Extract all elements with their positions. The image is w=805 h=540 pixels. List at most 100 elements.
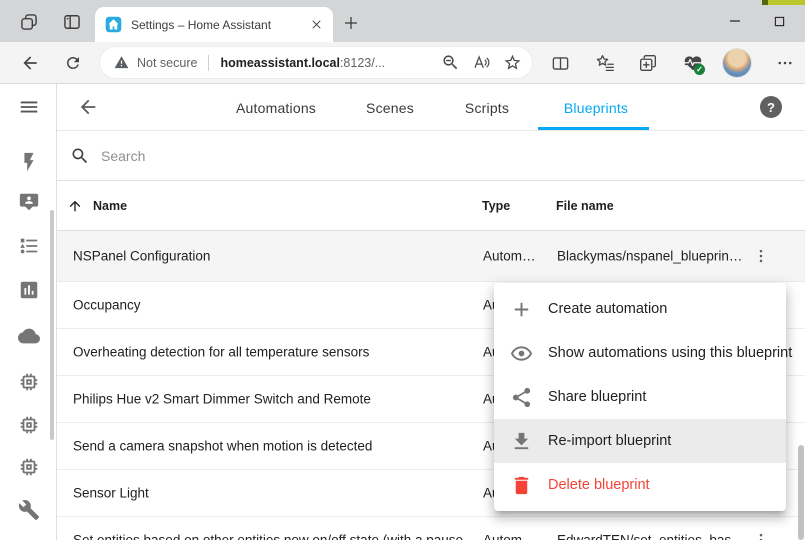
browser-window: Settings – Home Assistant — [0, 0, 805, 540]
zoom-out-icon[interactable] — [441, 53, 460, 72]
tab-scenes[interactable]: Scenes — [366, 84, 414, 131]
menu-item-create-automation[interactable]: Create automation — [494, 287, 786, 331]
window-maximize-button[interactable] — [766, 10, 792, 32]
tab-title: Settings – Home Assistant — [131, 18, 307, 32]
minimize-icon — [729, 15, 741, 27]
column-label: File name — [556, 199, 614, 213]
ellipsis-icon — [776, 54, 794, 72]
url-path: :8123/... — [340, 56, 385, 70]
sidebar-item-devices[interactable] — [17, 370, 41, 394]
sidebar-item-automations[interactable] — [17, 150, 41, 174]
collections-icon — [638, 53, 658, 73]
sidebar-item-areas[interactable] — [17, 234, 41, 258]
window-minimize-button[interactable] — [722, 10, 748, 32]
favorites-list-icon — [595, 53, 615, 73]
row-file-name: Blackymas/nspanel_blueprin… — [557, 249, 742, 264]
address-divider — [208, 55, 209, 71]
row-name: Sensor Light — [73, 486, 149, 501]
collections-button[interactable] — [636, 51, 660, 75]
hamburger-icon — [18, 96, 40, 118]
ha-sidebar — [0, 84, 57, 540]
eye-icon — [510, 342, 533, 365]
chart-box-icon — [18, 279, 40, 301]
lightning-bolt-icon — [18, 151, 40, 173]
plus-icon — [342, 14, 360, 32]
table-row[interactable]: Set entities based on other entities new… — [57, 517, 805, 540]
row-overflow-button[interactable] — [749, 244, 773, 268]
sidebar-item-cloud[interactable] — [17, 324, 41, 348]
address-bar[interactable]: Not secure homeassistant.local :8123/... — [100, 47, 532, 78]
favorite-star-icon[interactable] — [503, 53, 522, 72]
browser-menu-button[interactable] — [773, 51, 797, 75]
browser-tab[interactable]: Settings – Home Assistant — [95, 7, 333, 42]
url-host: homeassistant.local — [220, 56, 340, 70]
tab-automations[interactable]: Automations — [236, 84, 316, 131]
vertical-tabs-button[interactable] — [61, 11, 83, 33]
home-assistant-favicon — [105, 16, 122, 33]
search-bar — [57, 131, 805, 181]
back-button[interactable] — [18, 51, 42, 75]
search-input[interactable] — [101, 148, 701, 164]
column-label: Type — [482, 199, 510, 213]
favorites-hub-button[interactable] — [593, 51, 617, 75]
table-row[interactable]: NSPanel Configuration Autom… Blackymas/n… — [57, 231, 805, 282]
sidebar-scrollbar[interactable] — [50, 210, 54, 440]
tab-scripts[interactable]: Scripts — [465, 84, 509, 131]
share-icon — [510, 386, 533, 409]
sidebar-item-addons[interactable] — [17, 455, 41, 479]
dots-vertical-icon — [752, 247, 770, 265]
voice-assistant-icon — [18, 191, 40, 213]
sidebar-item-dashboards[interactable] — [17, 278, 41, 302]
ha-back-button[interactable] — [77, 95, 101, 119]
vertical-tabs-icon — [62, 12, 82, 32]
read-aloud-icon[interactable] — [472, 53, 491, 72]
menu-item-share-blueprint[interactable]: Share blueprint — [494, 375, 786, 419]
column-header-type[interactable]: Type — [482, 181, 510, 231]
new-tab-button[interactable] — [341, 13, 361, 33]
row-overflow-button[interactable] — [749, 528, 773, 540]
stacked-tabs-icon — [19, 12, 39, 32]
list-icon — [18, 235, 40, 257]
menu-item-delete-blueprint[interactable]: Delete blueprint — [494, 463, 786, 507]
security-label[interactable]: Not secure — [137, 56, 197, 70]
row-type: Autom… — [483, 249, 536, 264]
cloud-icon — [18, 325, 40, 347]
menu-item-label: Re-import blueprint — [548, 433, 671, 449]
tab-close-button[interactable] — [307, 16, 325, 34]
browser-essentials-button[interactable]: ✓ — [681, 51, 705, 75]
active-tab-underline — [538, 127, 649, 130]
wrench-icon — [18, 499, 40, 521]
column-header-name[interactable]: Name — [67, 181, 127, 231]
menu-item-show-automations[interactable]: Show automations using this blueprint — [494, 331, 786, 375]
refresh-button[interactable] — [61, 51, 85, 75]
row-type: Autom… — [483, 533, 536, 540]
split-screen-button[interactable] — [548, 51, 572, 75]
menu-item-reimport-blueprint[interactable]: Re-import blueprint — [494, 419, 786, 463]
dots-vertical-icon — [752, 531, 770, 540]
maximize-icon — [774, 16, 785, 27]
profile-avatar[interactable] — [723, 49, 751, 77]
back-arrow-icon — [77, 96, 101, 118]
chip-icon — [18, 414, 40, 436]
menu-item-label: Show automations using this blueprint — [548, 345, 792, 361]
page-scrollbar[interactable] — [798, 445, 804, 540]
row-name: NSPanel Configuration — [73, 249, 210, 264]
menu-item-label: Share blueprint — [548, 389, 646, 405]
sidebar-item-voice-assistants[interactable] — [17, 190, 41, 214]
sidebar-item-integrations[interactable] — [17, 413, 41, 437]
row-name: Send a camera snapshot when motion is de… — [73, 439, 372, 454]
tab-actions-button[interactable] — [18, 11, 40, 33]
tab-blueprints[interactable]: Blueprints — [564, 84, 628, 131]
plus-icon — [510, 298, 533, 321]
row-file-name: EdwardTEN/set_entities_bas… — [557, 533, 745, 540]
sidebar-menu-button[interactable] — [17, 95, 41, 119]
help-button[interactable]: ? — [760, 96, 782, 118]
blueprint-context-menu: Create automation Show automations using… — [494, 283, 786, 511]
not-secure-warning-icon — [114, 55, 129, 70]
search-icon — [70, 146, 90, 166]
heart-pulse-icon: ✓ — [683, 53, 703, 73]
sidebar-item-system[interactable] — [17, 498, 41, 522]
row-name: Overheating detection for all temperatur… — [73, 345, 369, 360]
column-label: Name — [93, 199, 127, 213]
column-header-file-name[interactable]: File name — [556, 181, 614, 231]
